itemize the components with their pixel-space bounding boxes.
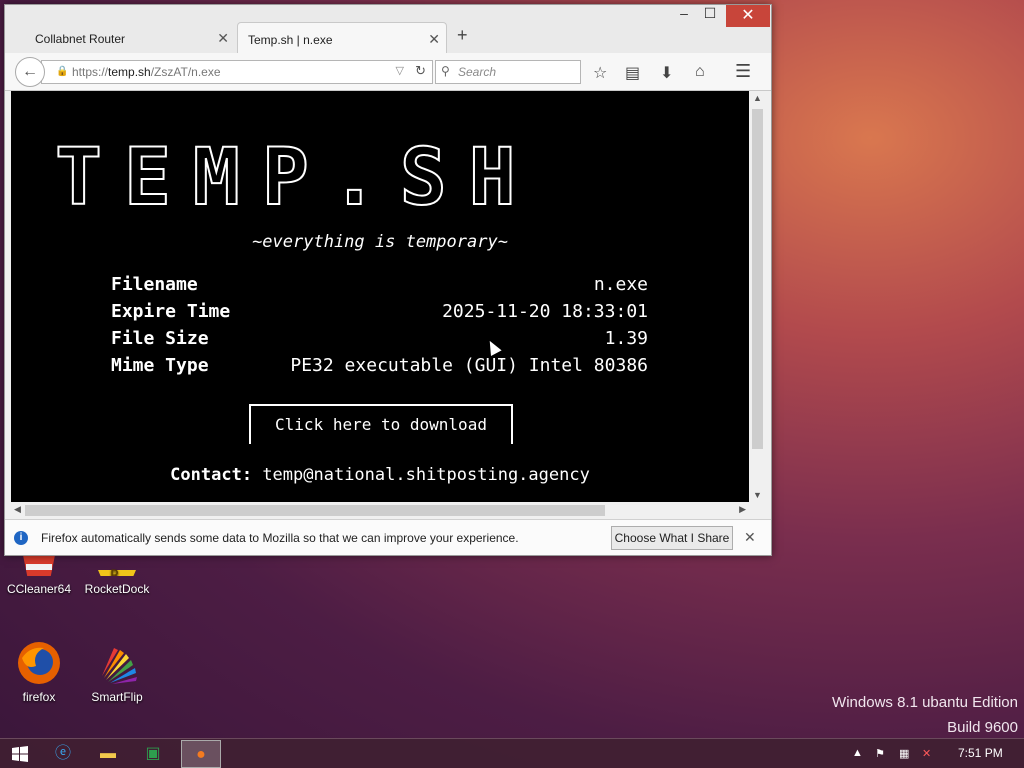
url-scheme: https:// <box>72 65 109 79</box>
back-button[interactable]: ← <box>15 57 45 87</box>
file-size-label: File Size <box>111 328 209 349</box>
search-icon: ⚲ <box>441 64 450 78</box>
search-placeholder: Search <box>458 65 497 79</box>
mime-type-label: Mime Type <box>111 355 209 376</box>
title-bar: Collabnet Router ✕ Temp.sh | n.exe ✕ + –… <box>5 5 771 55</box>
info-icon: i <box>14 531 28 545</box>
taskbar-clock[interactable]: 7:51 PM <box>958 746 1003 760</box>
download-icon[interactable]: ⬇ <box>660 63 673 83</box>
close-notification-icon[interactable]: ✕ <box>744 529 756 546</box>
vertical-scrollbar[interactable]: ▲ ▼ <box>749 91 766 502</box>
url-host: temp.sh <box>108 65 151 79</box>
start-icon[interactable] <box>0 740 40 768</box>
desktop-icon-label: RocketDock <box>84 582 150 596</box>
file-explorer-icon[interactable]: ▬ <box>88 740 128 768</box>
horizontal-scrollbar[interactable]: ◀ ▶ <box>11 502 749 519</box>
svg-text:R: R <box>110 568 120 576</box>
firefox-taskbar-icon[interactable]: ● <box>181 740 221 768</box>
navigation-toolbar: 🔒 https://temp.sh/ZszAT/n.exe ▽ ↻ ← ⚲ Se… <box>5 53 771 91</box>
file-size-value: 1.39 <box>604 328 648 349</box>
scroll-up-icon[interactable]: ▲ <box>753 93 762 103</box>
os-watermark-build: Build 9600 <box>947 719 1018 736</box>
vertical-scroll-thumb[interactable] <box>752 109 763 449</box>
choose-what-i-share-button[interactable]: Choose What I Share <box>611 526 733 550</box>
maximize-button[interactable]: ☐ <box>697 5 723 27</box>
close-tab-icon[interactable]: ✕ <box>217 30 229 47</box>
tab-label: Temp.sh | n.exe <box>248 33 333 47</box>
page-viewport: TEMP.SH ~everything is temporary~ Filena… <box>11 91 749 502</box>
volume-muted-icon[interactable]: ✕ <box>922 747 931 760</box>
site-tagline: ~everything is temporary~ <box>252 232 508 252</box>
notification-bar: i Firefox automatically sends some data … <box>5 519 771 555</box>
lock-icon: 🔒 <box>56 66 69 77</box>
filename-value: n.exe <box>593 274 648 295</box>
search-input[interactable]: ⚲ Search <box>435 60 581 84</box>
firefox-icon <box>16 640 62 686</box>
tab-temp-sh[interactable]: Temp.sh | n.exe ✕ <box>237 22 447 53</box>
url-history-dropdown-icon[interactable]: ▽ <box>396 64 404 77</box>
home-icon[interactable]: ⌂ <box>695 63 705 81</box>
internet-explorer-icon[interactable]: ⓔ <box>43 740 83 768</box>
show-hidden-icons-icon[interactable]: ▲ <box>852 747 863 759</box>
scroll-left-icon[interactable]: ◀ <box>14 504 21 515</box>
desktop-icon-smartflip[interactable]: SmartFlip <box>82 640 152 704</box>
contact-label: Contact: <box>170 465 253 485</box>
desktop-icon-label: CCleaner64 <box>6 582 72 596</box>
contact-email-link[interactable]: temp@national.shitposting.agency <box>262 465 590 485</box>
excel-icon[interactable]: ▣ <box>133 740 173 768</box>
desktop-icon-label: SmartFlip <box>91 690 143 704</box>
desktop-icon-label: firefox <box>22 690 56 704</box>
taskbar: ⓔ ▬ ▣ ● ▲ ⚑ ▦ ✕ 7:51 PM <box>0 738 1024 768</box>
close-window-button[interactable]: ✕ <box>726 5 770 27</box>
expire-time-value: 2025-11-20 18:33:01 <box>442 301 648 322</box>
close-tab-icon[interactable]: ✕ <box>428 31 440 48</box>
reload-icon[interactable]: ↻ <box>415 63 426 79</box>
scroll-down-icon[interactable]: ▼ <box>753 490 762 500</box>
browser-window: Collabnet Router ✕ Temp.sh | n.exe ✕ + –… <box>4 4 772 556</box>
tab-collabnet-router[interactable]: Collabnet Router ✕ <box>13 22 235 53</box>
expire-time-label: Expire Time <box>111 301 231 322</box>
mime-type-value: PE32 executable (GUI) Intel 80386 <box>290 355 648 376</box>
tab-label: Collabnet Router <box>35 32 126 46</box>
filename-label: Filename <box>111 274 198 295</box>
contact-line: Contact: temp@national.shitposting.agenc… <box>11 465 749 485</box>
bookmarks-list-icon[interactable]: ▤ <box>625 63 640 83</box>
hamburger-menu-icon[interactable]: ☰ <box>735 61 751 82</box>
desktop-icon-firefox[interactable]: firefox <box>4 640 74 704</box>
download-link-button[interactable]: Click here to download n.exe <box>249 404 513 444</box>
smartflip-icon <box>94 640 140 686</box>
minimize-button[interactable]: – <box>671 5 697 27</box>
scroll-right-icon[interactable]: ▶ <box>739 504 746 515</box>
action-center-flag-icon[interactable]: ⚑ <box>875 747 885 760</box>
bookmark-star-icon[interactable]: ☆ <box>593 63 607 83</box>
os-watermark-edition: Windows 8.1 ubantu Edition <box>832 694 1018 711</box>
new-tab-button[interactable]: + <box>457 25 468 46</box>
notification-text: Firefox automatically sends some data to… <box>41 531 519 545</box>
url-bar[interactable]: 🔒 https://temp.sh/ZszAT/n.exe ▽ ↻ <box>41 60 433 84</box>
network-icon[interactable]: ▦ <box>899 747 909 760</box>
horizontal-scroll-thumb[interactable] <box>25 505 605 516</box>
url-path: /ZszAT/n.exe <box>150 65 221 79</box>
site-logo: TEMP.SH <box>54 133 538 223</box>
